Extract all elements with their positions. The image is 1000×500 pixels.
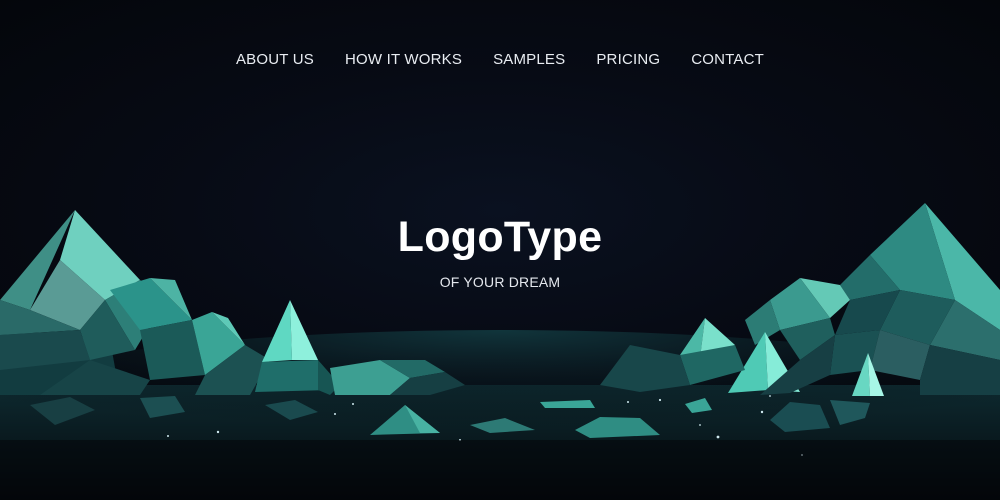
nav-link-contact[interactable]: CONTACT [691, 50, 764, 70]
brand-block: LogoType OF YOUR DREAM [0, 210, 1000, 291]
hero-section: ABOUT US HOW IT WORKS SAMPLES PRICING CO… [0, 0, 1000, 500]
nav-link-pricing[interactable]: PRICING [596, 50, 660, 70]
nav-link-about-us[interactable]: ABOUT US [236, 50, 314, 70]
logo-title: LogoType [397, 213, 603, 261]
main-navigation: ABOUT US HOW IT WORKS SAMPLES PRICING CO… [0, 50, 1000, 70]
tagline: OF YOUR DREAM [439, 274, 561, 290]
nav-link-how-it-works[interactable]: HOW IT WORKS [345, 50, 462, 70]
nav-link-samples[interactable]: SAMPLES [493, 50, 565, 70]
